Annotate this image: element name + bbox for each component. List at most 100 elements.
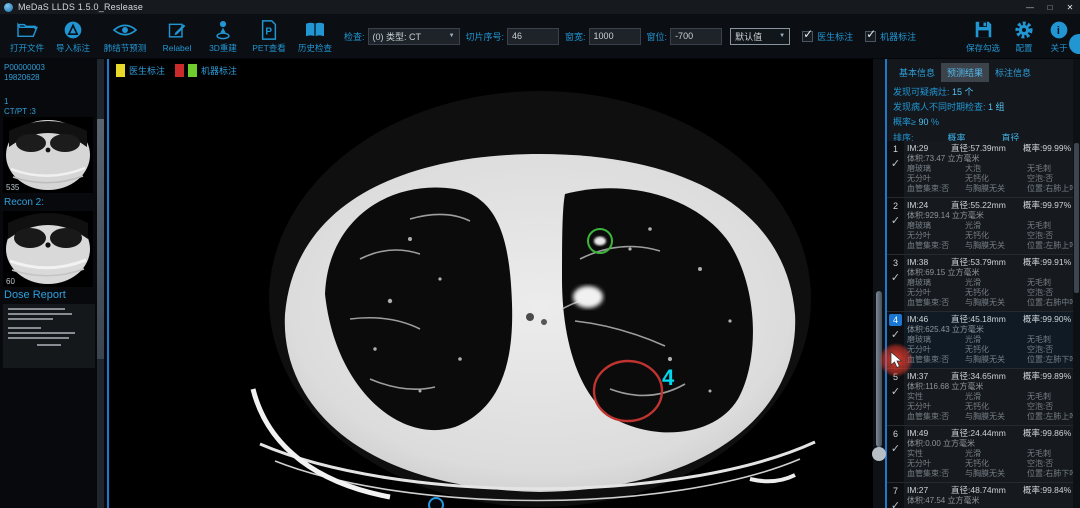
edit-pencil-icon — [167, 20, 187, 42]
save-selection-button[interactable]: 保存勾选 — [960, 15, 1006, 57]
nodule-checkbox[interactable]: ✓ — [891, 385, 900, 398]
doctor-annotation-checkbox[interactable]: ✓ 医生标注 — [802, 30, 853, 43]
main-toolbar: 打开文件 导入标注 肺结节预测 Relabel 3D重建 — [0, 14, 1080, 59]
nodule-checkbox[interactable]: ✓ — [891, 442, 900, 455]
sidebar-scrollbar[interactable] — [97, 59, 104, 508]
slice-number-input[interactable]: 46 — [507, 28, 559, 45]
maximize-button[interactable]: □ — [1040, 1, 1060, 14]
gear-icon — [1014, 19, 1034, 41]
nodule-checkbox[interactable]: ✓ — [891, 271, 900, 284]
nodule-item[interactable]: 6 ✓ IM:49直径:24.44mm概率:99.86% 体积:0.00 立方毫… — [887, 426, 1080, 483]
tab-annotation-info[interactable]: 标注信息 — [989, 63, 1037, 82]
window-level-label: 窗位: — [647, 30, 668, 43]
nodule-list: 1 ✓ IM:29直径:57.39mm概率:99.99% 体积:73.47 立方… — [887, 141, 1080, 508]
series-sidebar: P00000003 19820628 1 CT/PT :3 535 Recon … — [0, 59, 107, 508]
followup-count-line: 发现病人不同时期检查: 1 组 — [887, 99, 1080, 114]
scrollbar-thumb[interactable] — [876, 291, 882, 447]
check-icon: ✓ — [803, 27, 813, 41]
chevron-down-icon: ▼ — [449, 33, 455, 39]
dose-report-thumbnail[interactable] — [3, 304, 95, 368]
lesion-count-line: 发现可疑病灶: 15 个 — [887, 84, 1080, 99]
settings-button[interactable]: 配置 — [1006, 15, 1042, 57]
panel-divider — [885, 59, 887, 508]
open-file-button[interactable]: 打开文件 — [4, 15, 50, 57]
nodule-checkbox[interactable]: ✓ — [891, 499, 900, 508]
doctor-color-swatch — [116, 64, 125, 77]
machine-green-swatch — [188, 64, 197, 77]
series-modality: CT/PT :3 — [0, 107, 107, 117]
series-thumbnail-2[interactable]: 60 — [3, 211, 93, 287]
svg-text:P: P — [265, 26, 272, 37]
nodule-rank: 3 — [889, 257, 902, 269]
nodule-rank: 2 — [889, 200, 902, 212]
pet-document-icon: P — [260, 19, 278, 41]
close-button[interactable]: ✕ — [1060, 1, 1080, 14]
patient-birthdate: 19820628 — [0, 73, 107, 83]
slice-slider-handle[interactable] — [428, 497, 444, 508]
chevron-down-icon: ▼ — [779, 33, 785, 39]
sidebar-divider — [107, 59, 109, 508]
nodule-predict-button[interactable]: 肺结节预测 — [96, 15, 154, 57]
import-annotation-button[interactable]: 导入标注 — [50, 15, 96, 57]
open-folder-icon — [16, 19, 38, 41]
slice-scrollbar[interactable] — [873, 59, 885, 508]
application-window: MeDaS LLDS 1.5.0_Reslease — □ ✕ 打开文件 导入标… — [0, 0, 1080, 508]
pet-view-button[interactable]: P PET查看 — [246, 15, 292, 57]
window-title: MeDaS LLDS 1.5.0_Reslease — [18, 2, 143, 12]
nodule-rank: 5 — [889, 371, 902, 383]
figure-3d-icon — [214, 19, 232, 41]
scrollbar-knob[interactable] — [872, 447, 886, 461]
ct-axial-image: 4 — [110, 59, 873, 508]
recon-3d-button[interactable]: 3D重建 — [200, 15, 246, 57]
annotation-legend: 医生标注 机器标注 — [116, 64, 247, 77]
floppy-save-icon — [974, 19, 993, 41]
thumbnail-slice-count: 535 — [6, 183, 19, 192]
book-icon — [304, 19, 326, 41]
nodule-checkbox[interactable]: ✓ — [891, 214, 900, 227]
tab-prediction-results[interactable]: 预测结果 — [941, 63, 989, 82]
nodule-marker-label: 4 — [662, 365, 675, 390]
tab-basic-info[interactable]: 基本信息 — [893, 63, 941, 82]
import-icon — [63, 19, 83, 41]
nodule-rank: 6 — [889, 428, 902, 440]
minimize-button[interactable]: — — [1020, 1, 1040, 14]
window-width-input[interactable]: 1000 — [589, 28, 641, 45]
history-exam-button[interactable]: 历史检查 — [292, 15, 338, 57]
slice-label: 切片序号: — [466, 30, 505, 43]
nodule-checkbox[interactable]: ✓ — [891, 328, 900, 341]
nodule-item[interactable]: 7 ✓ IM:27直径:48.74mm概率:99.84% 体积:47.54 立方… — [887, 483, 1080, 508]
nodule-item[interactable]: 5 ✓ IM:37直径:34.65mm概率:99.89% 体积:116.68 立… — [887, 369, 1080, 426]
nodule-rank: 4 — [889, 314, 902, 326]
app-logo-icon — [4, 3, 13, 12]
check-icon: ✓ — [866, 27, 876, 41]
window-width-label: 窗宽: — [565, 30, 586, 43]
results-panel: 基本信息 预测结果 标注信息 发现可疑病灶: 15 个 发现病人不同时期检查: … — [887, 59, 1080, 508]
window-level-input[interactable]: -700 — [670, 28, 722, 45]
ct-viewport[interactable]: 医生标注 机器标注 — [110, 59, 873, 508]
preset-select[interactable]: 默认值 ▼ — [730, 28, 790, 45]
machine-red-swatch — [175, 64, 184, 77]
nodule-item[interactable]: 3 ✓ IM:38直径:53.79mm概率:99.91% 体积:69.15 立方… — [887, 255, 1080, 312]
nodule-item-selected[interactable]: 4 ✓ IM:46直径:45.18mm概率:99.90% 体积:625.43 立… — [887, 312, 1080, 369]
legend-machine-label: 机器标注 — [201, 64, 237, 77]
info-icon: i — [1049, 19, 1069, 41]
nodule-item[interactable]: 1 ✓ IM:29直径:57.39mm概率:99.99% 体积:73.47 立方… — [887, 141, 1080, 198]
series-index: 1 — [0, 97, 107, 107]
panel-tabs: 基本信息 预测结果 标注信息 — [887, 59, 1080, 84]
probability-threshold-line[interactable]: 概率≥ 90 % — [887, 114, 1080, 129]
machine-annotation-checkbox[interactable]: ✓ 机器标注 — [865, 30, 916, 43]
nodule-checkbox[interactable]: ✓ — [891, 157, 900, 170]
nodule-item[interactable]: 2 ✓ IM:24直径:55.22mm概率:99.97% 体积:929.14 立… — [887, 198, 1080, 255]
exam-select[interactable]: (0) 类型: CT ▼ — [368, 28, 460, 45]
title-bar: MeDaS LLDS 1.5.0_Reslease — □ ✕ — [0, 0, 1080, 14]
relabel-button[interactable]: Relabel — [154, 15, 200, 57]
svg-text:i: i — [1057, 25, 1060, 37]
series-thumbnail-1[interactable]: 535 — [3, 117, 93, 193]
nodule-rank: 1 — [889, 143, 902, 155]
nodule-rank: 7 — [889, 485, 902, 497]
thumbnail-slice-count: 60 — [6, 277, 15, 286]
dose-report-caption: Dose Report — [4, 289, 66, 301]
eye-icon — [113, 19, 137, 41]
panel-scrollbar[interactable] — [1073, 59, 1080, 508]
patient-id: P00000003 — [0, 63, 107, 73]
